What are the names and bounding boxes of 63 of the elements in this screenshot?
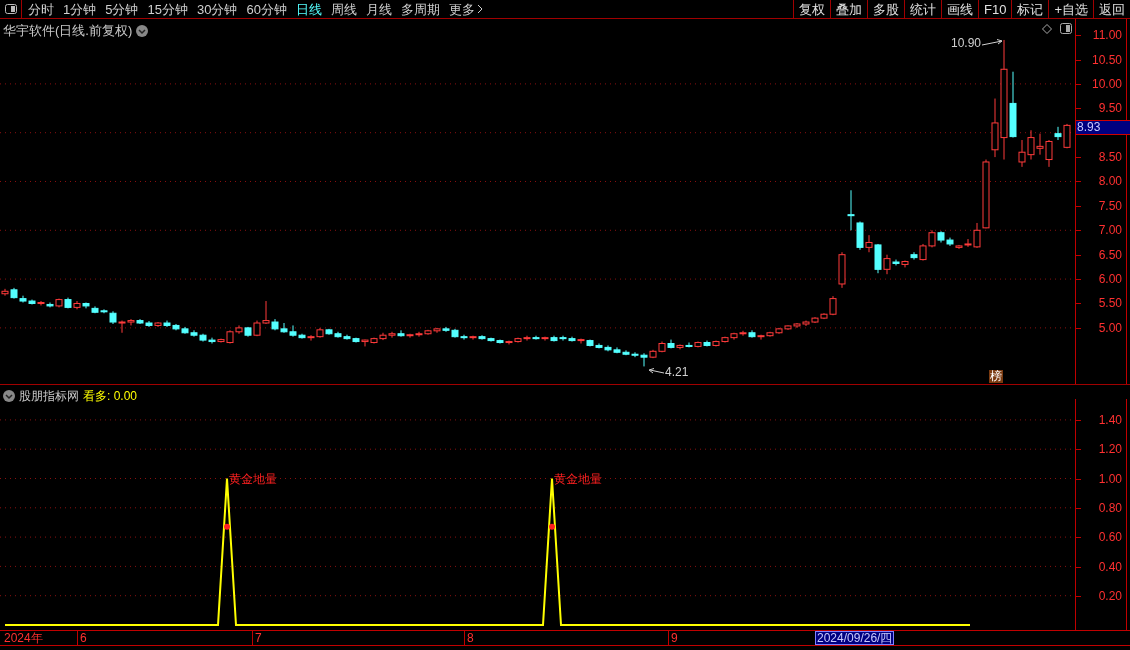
- toolbar-button[interactable]: 返回: [1093, 0, 1130, 18]
- indicator-axis-label: 0.80: [1098, 501, 1122, 514]
- price-axis-label: 5.50: [1098, 297, 1122, 310]
- chevron-down-icon[interactable]: [3, 390, 15, 402]
- indicator-reading: 看多: 0.00: [83, 388, 138, 405]
- period-tab[interactable]: 周线: [330, 2, 357, 16]
- time-axis-label: 7: [255, 632, 262, 644]
- price-axis-label: 6.00: [1098, 273, 1122, 286]
- price-axis-label: 11.00: [1092, 29, 1122, 42]
- price-axis-label: 7.50: [1098, 199, 1122, 212]
- toolbar-button[interactable]: 标记: [1011, 0, 1049, 18]
- price-axis-label: 8.50: [1098, 151, 1122, 164]
- arrow-icon: [648, 368, 664, 376]
- arrow-icon: [982, 39, 1005, 47]
- chevron-right-icon: [476, 4, 483, 14]
- period-tab[interactable]: 5分钟: [105, 2, 139, 16]
- toolbar-button[interactable]: +自选: [1048, 0, 1093, 18]
- high-price-label: 10.90: [951, 37, 982, 49]
- time-axis-label: 2024年: [4, 632, 43, 644]
- indicator-axis-label: 0.60: [1098, 531, 1122, 544]
- toolbar-button[interactable]: F10: [978, 0, 1012, 18]
- price-axis-label: 10.50: [1091, 53, 1122, 66]
- period-tab[interactable]: 日线: [295, 2, 322, 16]
- candle: [838, 251, 846, 289]
- indicator-axis-label: 0.40: [1098, 560, 1122, 573]
- period-tab[interactable]: 多周期: [400, 2, 440, 16]
- indicator-axis-label: 0.20: [1098, 589, 1122, 602]
- price-axis-label: 8.00: [1098, 175, 1122, 188]
- chevron-down-icon[interactable]: [136, 24, 149, 37]
- period-tab[interactable]: 1分钟: [63, 2, 97, 16]
- cursor-date-label: 2024/09/26/四: [815, 631, 895, 645]
- indicator-name: 股朋指标网: [19, 388, 79, 405]
- price-axis-label: 6.50: [1098, 248, 1122, 261]
- signal-label: 黄金地量: [229, 472, 277, 485]
- panel-toggle-icon[interactable]: [1060, 23, 1072, 34]
- toolbar-button[interactable]: 多股: [867, 0, 904, 18]
- toolbar-button[interactable]: 画线: [941, 0, 978, 18]
- ranking-badge: 榜: [989, 370, 1003, 383]
- time-axis-label: 9: [671, 632, 678, 644]
- period-tab[interactable]: 15分钟: [147, 2, 188, 16]
- indicator-axis-label: 1.00: [1098, 472, 1122, 485]
- price-axis-label: 9.50: [1098, 102, 1122, 115]
- price-axis-label: 5.00: [1098, 321, 1122, 334]
- chart-title: 华宇软件(日线.前复权): [3, 22, 133, 40]
- signal-label: 黄金地量: [554, 472, 602, 485]
- toolbar-button[interactable]: 统计: [904, 0, 941, 18]
- toolbar-button[interactable]: 复权: [793, 0, 830, 18]
- panel-toggle-icon[interactable]: [4, 4, 17, 14]
- toolbar-button[interactable]: 叠加: [830, 0, 867, 18]
- period-tab[interactable]: 更多: [448, 2, 483, 16]
- indicator-axis-label: 1.40: [1098, 414, 1122, 426]
- period-tab[interactable]: 30分钟: [196, 2, 238, 16]
- price-axis-label: 10.00: [1091, 77, 1122, 90]
- time-axis-label: 6: [80, 632, 87, 644]
- time-axis-label: 8: [467, 632, 474, 644]
- period-tab[interactable]: 60分钟: [246, 2, 287, 16]
- price-axis-label: 7.00: [1098, 224, 1122, 237]
- diamond-icon[interactable]: [1042, 24, 1052, 34]
- period-tab[interactable]: 分时: [28, 2, 54, 16]
- low-price-label: 4.21: [665, 366, 689, 378]
- current-price-tag: 8.93: [1076, 120, 1130, 135]
- indicator-axis-label: 1.20: [1098, 443, 1122, 456]
- period-tab[interactable]: 月线: [365, 2, 392, 16]
